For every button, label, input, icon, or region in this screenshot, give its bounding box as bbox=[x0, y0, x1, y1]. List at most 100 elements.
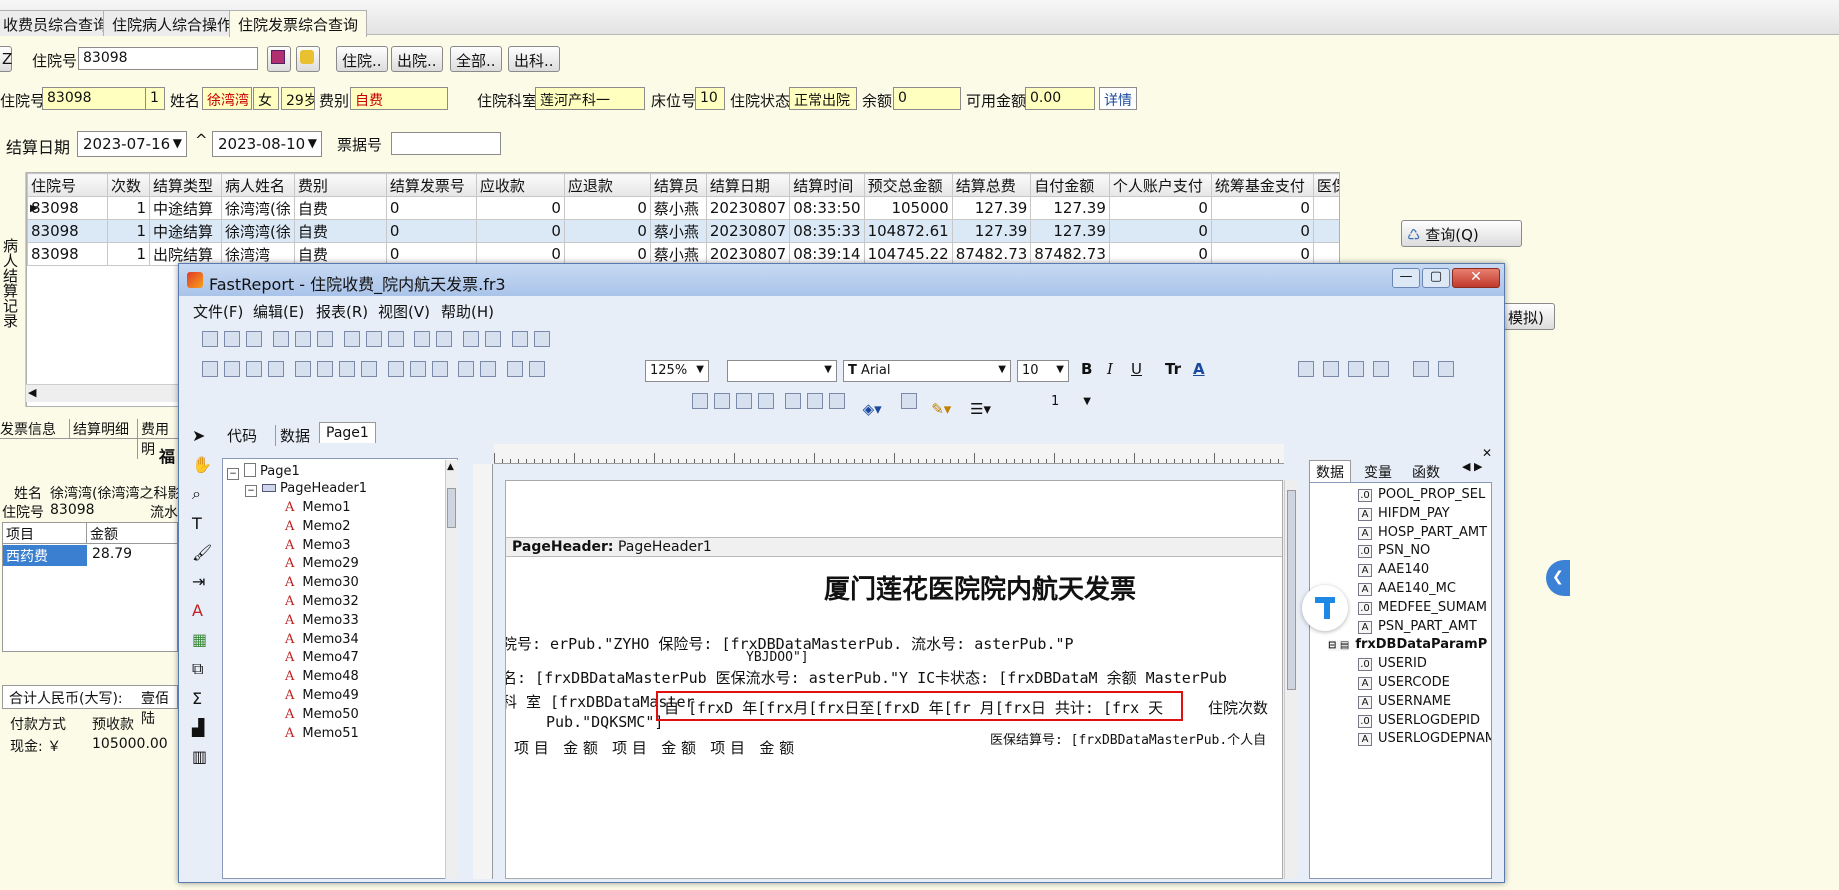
grid-header-cell[interactable]: 自付金额 bbox=[1030, 173, 1110, 197]
tree-node-memo[interactable]: A Memo2 bbox=[285, 519, 351, 534]
memo-tool-icon[interactable]: A bbox=[192, 601, 210, 620]
report-line-1b[interactable]: YBJDOO"] bbox=[746, 650, 809, 665]
ungroup-icon[interactable] bbox=[529, 361, 546, 377]
bold-icon[interactable]: B bbox=[1081, 360, 1092, 378]
fit-grid-icon[interactable] bbox=[246, 331, 262, 347]
data-tree-field[interactable]: .0 MEDFEE_SUMAM bbox=[1358, 600, 1487, 615]
grid-header-cell[interactable]: 病人姓名 bbox=[221, 173, 295, 197]
space-h-icon[interactable] bbox=[414, 331, 431, 347]
frame-left-icon[interactable] bbox=[736, 393, 752, 409]
tab-functions[interactable]: 函数 bbox=[1412, 462, 1440, 482]
grid-header-cell[interactable]: 应收款 bbox=[475, 173, 565, 197]
valign-top-icon[interactable] bbox=[1413, 361, 1429, 377]
report-line-4[interactable]: 项 目 金 额 项 目 金 额 项 目 金 额 bbox=[514, 737, 794, 758]
report-line-3c[interactable]: 住院次数 bbox=[1208, 697, 1268, 718]
align-bottom-icon[interactable] bbox=[387, 331, 404, 347]
grid-icon[interactable] bbox=[202, 331, 218, 347]
menu-file[interactable]: 文件(F) bbox=[193, 301, 243, 322]
style-select[interactable]: ▼ bbox=[727, 360, 837, 382]
menu-report[interactable]: 报表(R) bbox=[316, 301, 368, 322]
menu-help[interactable]: 帮助(H) bbox=[441, 301, 494, 322]
table-row[interactable]: 83098 1 中途结算 徐湾湾(徐 自费 0 0 0 蔡小燕 20230807 08:35:33 1… bbox=[27, 219, 1339, 243]
grid-header-cell[interactable]: 应退款 bbox=[563, 173, 651, 197]
same-height-icon[interactable] bbox=[533, 331, 550, 347]
tree-node-memo[interactable]: A Memo50 bbox=[285, 707, 359, 722]
align-center-icon[interactable] bbox=[294, 331, 311, 347]
tree-node-memo[interactable]: A Memo34 bbox=[285, 632, 359, 647]
center-v-icon[interactable] bbox=[485, 331, 502, 347]
tab-code[interactable]: 代码 bbox=[227, 425, 257, 446]
paste-icon[interactable] bbox=[431, 361, 448, 377]
font-size-select[interactable]: 10 ▼ bbox=[1017, 360, 1069, 382]
hand-tool-icon[interactable]: ✋ bbox=[192, 455, 212, 474]
center-h-icon[interactable] bbox=[463, 331, 480, 347]
minimize-icon[interactable]: — bbox=[1392, 268, 1420, 288]
page-settings-icon[interactable] bbox=[360, 361, 377, 377]
tab-data-tree[interactable]: 数据 bbox=[1309, 460, 1351, 483]
grid-header-cell[interactable]: 次数 bbox=[107, 173, 150, 197]
tree-node-memo[interactable]: A Memo51 bbox=[285, 726, 359, 741]
zoom-select[interactable]: 125% ▼ bbox=[645, 360, 709, 382]
frame-right-icon[interactable] bbox=[758, 393, 774, 409]
zoom-tool-icon[interactable]: ⌕ bbox=[192, 484, 210, 504]
fastreport-titlebar[interactable]: FastReport - 住院收费_院内航天发票.fr3 — ▢ ✕ bbox=[179, 264, 1504, 296]
report-page[interactable]: PageHeader: PageHeader1 厦门莲花医院院内航天发票 院号:… bbox=[505, 480, 1283, 879]
data-tree-field[interactable]: A HIFDM_PAY bbox=[1358, 506, 1450, 521]
grid-header-cell[interactable]: 结算总费 bbox=[951, 173, 1032, 197]
data-tree-field[interactable]: .0 PSN_NO bbox=[1358, 543, 1430, 559]
frame-none-icon[interactable] bbox=[806, 393, 823, 409]
data-tree-field[interactable]: A AAE140 bbox=[1358, 562, 1429, 578]
out-dept-button[interactable]: 出科.. bbox=[508, 46, 560, 72]
band-tool-icon[interactable]: ⇥ bbox=[192, 572, 210, 591]
italic-icon[interactable]: I bbox=[1107, 360, 1113, 378]
picture-tool-icon[interactable]: ▦ bbox=[192, 630, 210, 649]
close-icon[interactable]: ✕ bbox=[1452, 268, 1500, 288]
print-icon[interactable] bbox=[267, 46, 291, 72]
text-align-right-icon[interactable] bbox=[1348, 361, 1364, 377]
data-tree-group[interactable]: ⊟ ▤ frxDBDataParamP bbox=[1328, 637, 1487, 652]
tab-page1[interactable]: Page1 bbox=[319, 422, 376, 443]
format-painter-icon[interactable]: 🖌 bbox=[192, 543, 212, 562]
item-name-cell[interactable]: 西药费 bbox=[3, 545, 87, 566]
data-tree-field[interactable]: A HOSP_PART_AMT bbox=[1358, 525, 1487, 540]
grid-header-cell[interactable]: 个人账户支付 bbox=[1108, 173, 1212, 197]
group-icon[interactable] bbox=[507, 361, 524, 377]
tab-scroll-icon[interactable]: ◀ ▶ bbox=[1462, 460, 1482, 473]
fill-pattern-icon[interactable] bbox=[901, 393, 918, 409]
fill-color-icon[interactable]: ◈▾ bbox=[863, 400, 882, 418]
report-line-2[interactable]: 名: [frxDBDataMasterPub 医保流水号: asterPub."… bbox=[506, 667, 1227, 688]
data-tree-field[interactable]: A USERNAME bbox=[1358, 694, 1451, 709]
grid-header-cell[interactable]: 费别 bbox=[293, 173, 387, 197]
data-tree-field[interactable]: .0 USERID bbox=[1358, 656, 1427, 672]
left-button[interactable]: Z bbox=[0, 46, 12, 72]
tree-node-memo[interactable]: A Memo32 bbox=[285, 594, 359, 609]
tree-node-memo[interactable]: A Memo48 bbox=[285, 669, 359, 684]
tree-node-pageheader1[interactable]: − PageHeader1 bbox=[245, 481, 367, 497]
space-v-icon[interactable] bbox=[436, 331, 453, 347]
preview-icon[interactable] bbox=[268, 361, 284, 377]
panel-close-icon[interactable]: ✕ bbox=[1482, 446, 1492, 460]
sum-tool-icon[interactable]: Σ bbox=[192, 689, 210, 708]
delete-page-icon[interactable] bbox=[338, 361, 355, 377]
data-tree-field[interactable]: A PSN_PART_AMT bbox=[1358, 619, 1477, 634]
date-from-picker[interactable]: 2023-07-16 ▼ bbox=[77, 131, 187, 157]
tab-invoice-info[interactable]: 发票信息 bbox=[0, 419, 56, 439]
font-name-select[interactable]: T Arial ▼ bbox=[843, 360, 1011, 382]
shadow-icon[interactable] bbox=[828, 393, 845, 409]
simulate-button[interactable]: 模拟) bbox=[1502, 303, 1555, 330]
data-tree-field[interactable]: A USERCODE bbox=[1358, 675, 1450, 690]
grid-header-cell[interactable]: 结算员 bbox=[649, 173, 707, 197]
align-middle-icon[interactable] bbox=[365, 331, 382, 347]
frame-all-icon[interactable] bbox=[784, 393, 801, 409]
highlighted-date-range[interactable]: 自 [frxD 年[frx月[frx日至[frxD 年[fr 月[frx日 共计… bbox=[656, 691, 1183, 721]
menu-view[interactable]: 视图(V) bbox=[378, 301, 430, 322]
tab-variables[interactable]: 变量 bbox=[1364, 462, 1392, 482]
tree-scrollbar[interactable]: ▲ bbox=[445, 460, 458, 879]
cut-icon[interactable] bbox=[387, 361, 404, 377]
text-justify-icon[interactable] bbox=[1373, 361, 1389, 377]
highlight-text-icon[interactable]: Tr bbox=[1165, 360, 1181, 378]
align-grid-icon[interactable] bbox=[224, 331, 240, 347]
tag-icon[interactable] bbox=[296, 46, 320, 72]
table-row[interactable]: 83098 1 中途结算 徐湾湾(徐 自费 0 0 0 蔡小燕 20230807 08:33:50 1… bbox=[27, 196, 1339, 220]
data-tree-field[interactable]: .0 USERLOGDEPID bbox=[1358, 713, 1480, 728]
